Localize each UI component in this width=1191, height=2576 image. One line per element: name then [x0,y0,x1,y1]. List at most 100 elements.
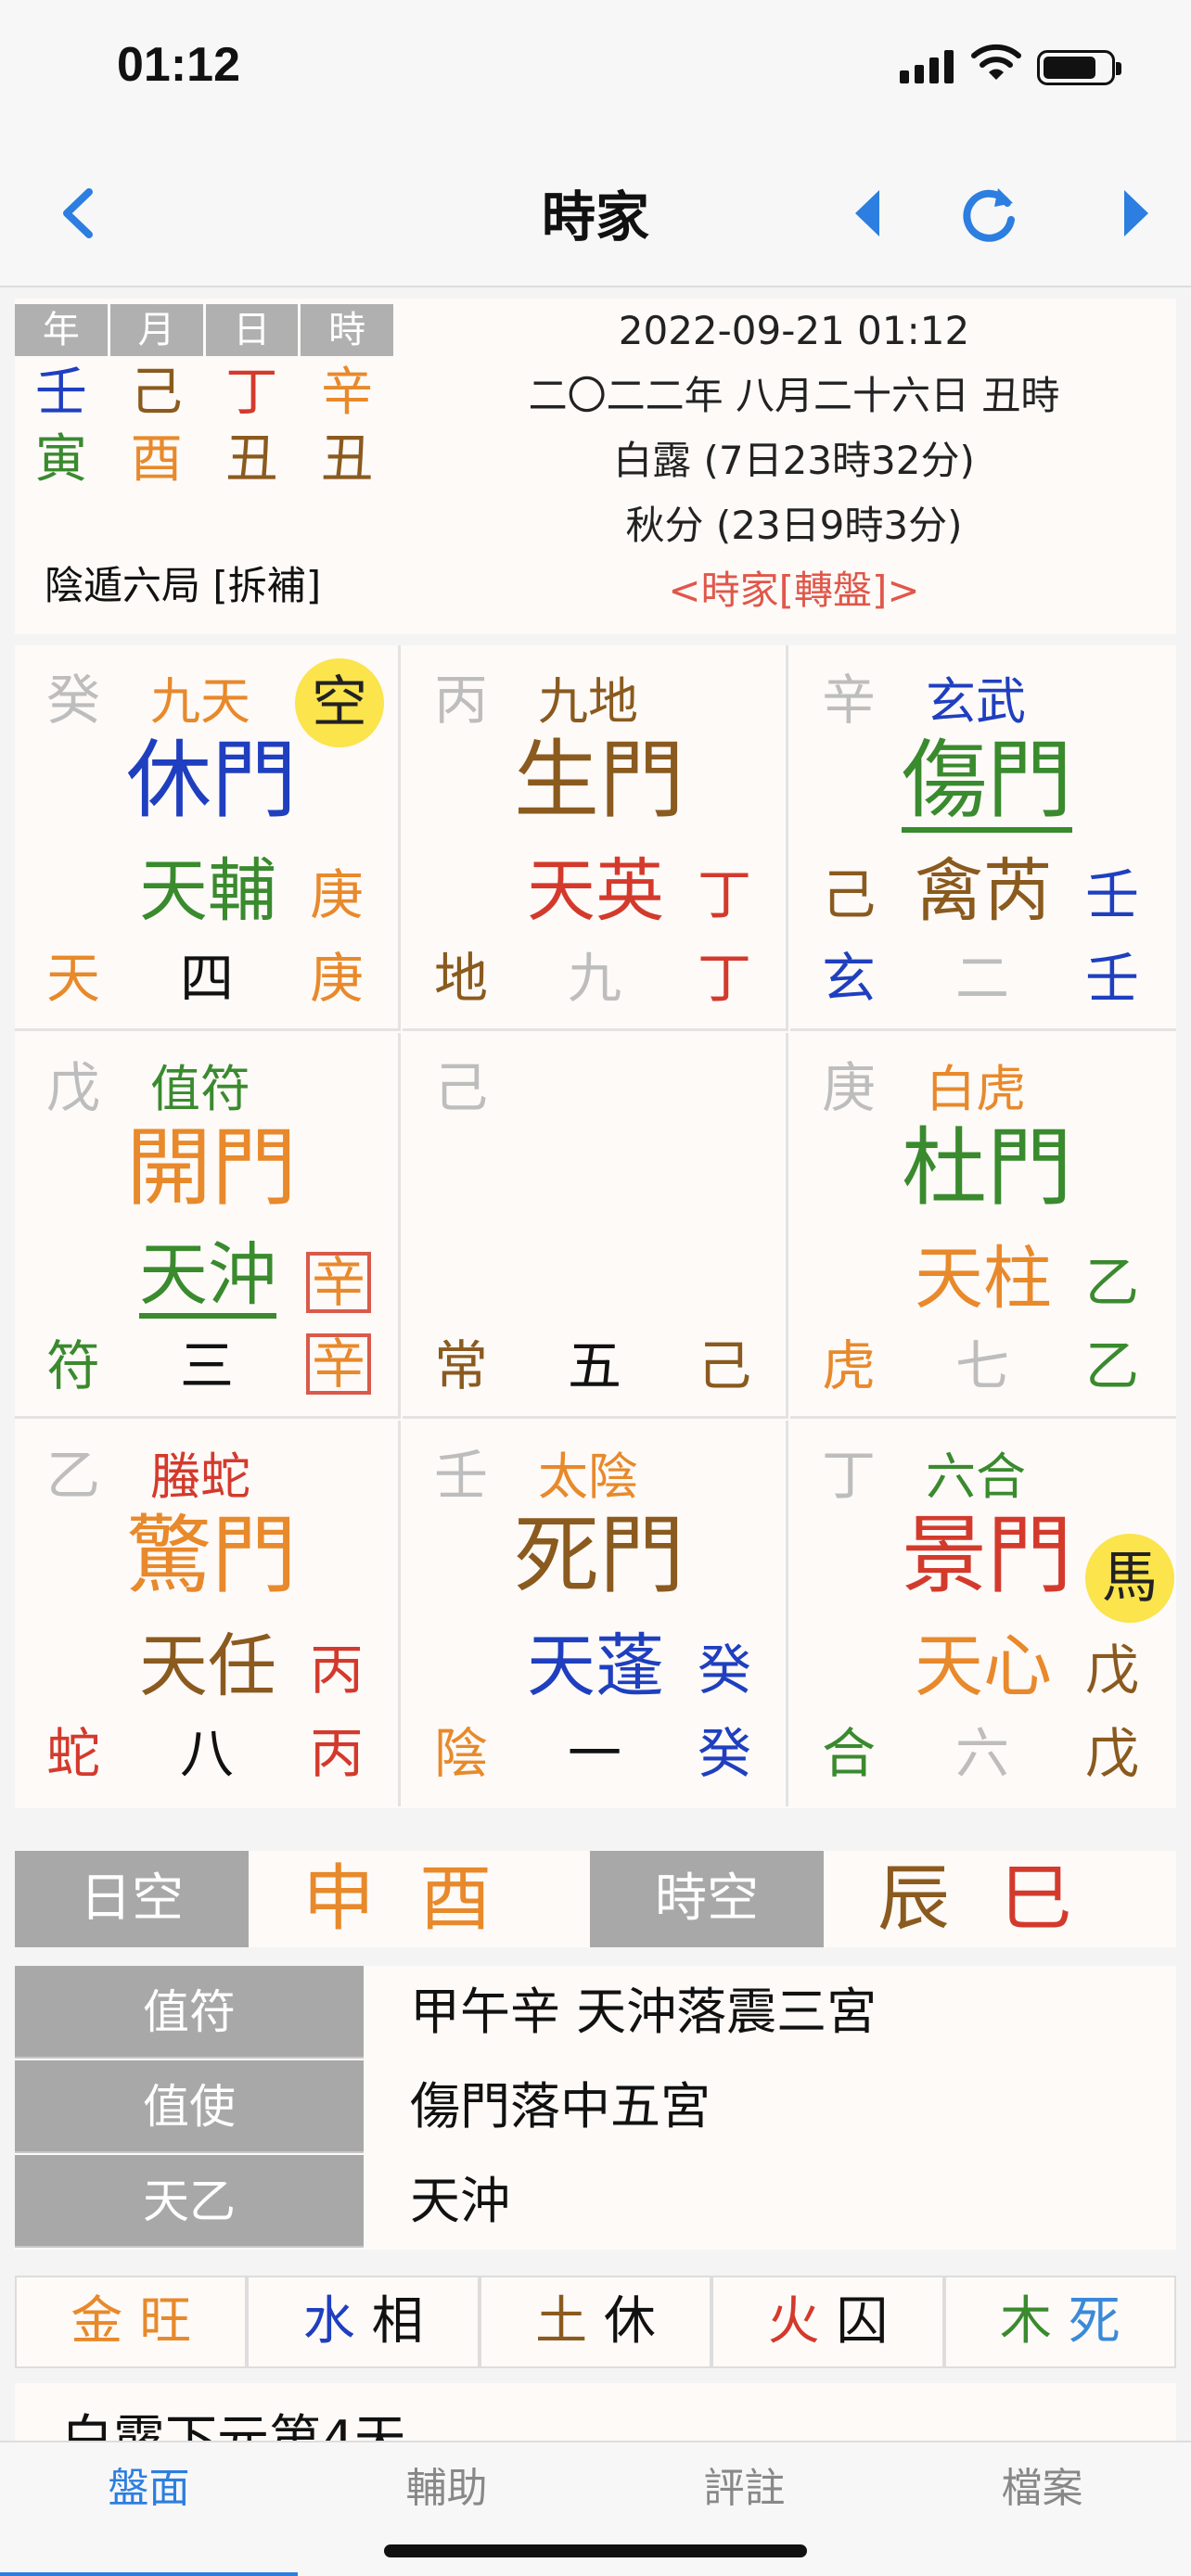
palace-god: 六合 [926,1447,1026,1506]
palace-star: 天柱 [915,1239,1052,1319]
palace-star-stem: 戊 [1085,1639,1140,1702]
triangle-right-icon[interactable] [1104,181,1169,246]
pillar-header-year: 年 [15,304,108,356]
palace-xun[interactable]: 癸 九天 空 休門 天輔 庚 天 四 庚 [15,645,401,1031]
palace-god: 九天 [150,672,250,731]
palace-earth-stem: 辛 [306,1333,372,1395]
info-row: 天乙 天沖 [15,2155,1176,2248]
status-time: 01:12 [117,38,240,92]
kong-bar: 日空 申 酉 時空 辰 巳 [15,1851,1176,1947]
palace-star: 天心 [915,1626,1052,1706]
palace-god: 白虎 [926,1060,1026,1118]
year-branch: 寅 [34,429,87,490]
day-kong-a: 申 [302,1857,376,1941]
triangle-left-icon[interactable] [835,181,900,246]
lunar-date: 二〇二二年 八月二十六日 丑時 [528,373,1060,418]
palace-door: 生門 [514,731,685,830]
wuxing-earth: 土 休 [479,2276,712,2368]
hour-kong-a: 辰 [877,1857,951,1941]
info-label: 值使 [15,2060,364,2153]
palace-earth-stem: 己 [698,1334,752,1397]
palace-number: 五 [568,1334,622,1397]
wuxing-bar: 金 旺 水 相 土 休 火 囚 木 死 [15,2276,1177,2368]
palace-door: 開門 [126,1118,298,1218]
palace-star: 天蓬 [527,1626,664,1706]
palace-number: 九 [568,947,622,1010]
tab-files[interactable]: 檔案 [893,2442,1191,2576]
horse-marker: 馬 [1085,1534,1174,1623]
solar-term-1: 白露 (7日23時32分) [613,438,975,483]
palace-number: 七 [955,1334,1010,1397]
month-stem: 己 [130,363,183,423]
info-value: 天沖 [410,2172,510,2230]
year-stem: 壬 [34,363,87,423]
palace-door: 傷門 [902,738,1073,833]
palace-heaven-stem: 丁 [822,1444,877,1507]
tab-chart[interactable]: 盤面 [0,2442,298,2576]
palace-star: 禽芮 [915,851,1052,931]
refresh-icon[interactable] [957,181,1022,246]
palace-deity-abbr: 虎 [822,1334,877,1397]
palace-number: 二 [955,947,1010,1010]
info-value: 甲午辛 天沖落震三宮 [410,1983,877,2041]
palace-god: 值符 [150,1060,250,1118]
palace-li[interactable]: 丙 九地 生門 天英 丁 地 九 丁 [403,645,788,1031]
palace-gen[interactable]: 乙 螣蛇 驚門 天任 丙 蛇 八 丙 [15,1421,401,1806]
wuxing-wood: 木 死 [943,2276,1177,2368]
palace-dui[interactable]: 庚 白虎 杜門 天柱 乙 虎 七 乙 [790,1033,1176,1419]
chart-header: 年 月 日 時 壬 己 丁 辛 寅 酉 丑 丑 陰遁六局 [拆補] 2022-0… [15,299,1176,634]
palace-zhen[interactable]: 戊 值符 開門 天沖 辛 符 三 辛 [15,1033,401,1419]
palace-god: 玄武 [926,672,1026,731]
palace-earth-stem: 壬 [1085,947,1140,1010]
palace-earth-stem: 癸 [698,1722,752,1785]
palace-star: 天任 [139,1626,276,1706]
palace-center[interactable]: 己 常 五 己 [403,1033,788,1419]
info-value: 傷門落中五宮 [410,2077,711,2136]
palace-star-stem: 辛 [306,1252,372,1313]
palace-god: 太陰 [538,1447,638,1506]
datetime: 2022-09-21 01:12 [618,308,970,353]
palace-star-stem: 壬 [1085,863,1140,926]
palace-earth-stem: 丁 [698,947,752,1010]
info-label: 值符 [15,1966,364,2059]
palace-grid: 癸 九天 空 休門 天輔 庚 天 四 庚 丙 九地 生門 天英 丁 地 九 丁 … [15,645,1176,1808]
palace-deity-abbr: 玄 [822,947,877,1010]
palace-deity-abbr: 符 [46,1334,101,1397]
palace-door: 休門 [126,731,298,830]
day-stem: 丁 [225,363,278,423]
palace-door: 景門 [902,1506,1073,1605]
pillar-header-day: 日 [205,304,299,356]
palace-heaven-stem: 癸 [46,669,101,732]
day-branch: 丑 [225,429,278,490]
info-row: 值使 傷門落中五宮 [15,2060,1176,2153]
day-kong-b: 酉 [419,1857,493,1941]
info-label: 天乙 [15,2155,364,2248]
palace-heaven-stem: 辛 [822,669,877,732]
palace-star: 天沖 [139,1241,276,1319]
chart-type-link[interactable]: <時家[轉盤]> [404,558,1184,623]
palace-qian[interactable]: 丁 六合 景門 馬 天心 戊 合 六 戊 [790,1421,1176,1806]
ju-label: 陰遁六局 [拆補] [45,563,322,608]
wifi-icon [971,44,1021,80]
four-pillars: 年 月 日 時 壬 己 丁 辛 寅 酉 丑 丑 [15,304,393,493]
palace-star-stem: 乙 [1085,1251,1140,1314]
signal-icon [900,46,954,83]
palace-star-stem: 丁 [698,863,752,926]
palace-door: 驚門 [126,1506,298,1605]
palace-star: 天英 [527,851,664,931]
palace-number: 一 [568,1722,622,1785]
palace-earth-stem: 丙 [310,1722,365,1785]
hour-stem: 辛 [321,363,374,423]
palace-earth-stem: 乙 [1085,1334,1140,1397]
hour-kong-b: 巳 [1000,1857,1073,1941]
palace-kan[interactable]: 壬 太陰 死門 天蓬 癸 陰 一 癸 [403,1421,788,1806]
palace-heaven-stem: 丙 [434,669,489,732]
palace-kun[interactable]: 辛 玄武 傷門 己 禽芮 壬 玄 二 壬 [790,645,1176,1031]
wuxing-fire: 火 囚 [711,2276,944,2368]
day-kong-label: 日空 [15,1851,249,1947]
palace-door: 杜門 [902,1118,1073,1218]
status-bar: 01:12 [0,0,1191,134]
pillar-header-month: 月 [109,304,203,356]
palace-star-stem: 庚 [310,863,365,926]
wuxing-water: 水 相 [247,2276,480,2368]
